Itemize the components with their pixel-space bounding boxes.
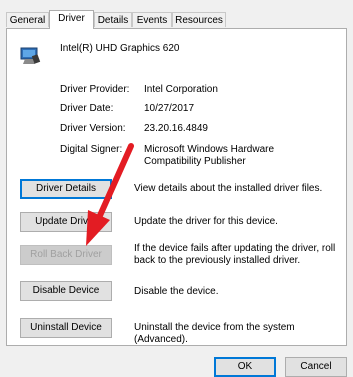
update-driver-button[interactable]: Update Driver (20, 212, 112, 232)
tab-driver[interactable]: Driver (49, 10, 94, 29)
tab-general[interactable]: General (6, 12, 49, 27)
tab-events[interactable]: Events (132, 12, 172, 27)
driver-provider-label: Driver Provider: (60, 84, 130, 95)
roll-back-driver-button[interactable]: Roll Back Driver (20, 245, 112, 265)
driver-details-button[interactable]: Driver Details (20, 179, 112, 199)
digital-signer-value: Microsoft Windows Hardware Compatibility… (144, 144, 275, 167)
driver-version-value: 23.20.16.4849 (144, 123, 208, 134)
display-adapter-icon (20, 47, 41, 64)
tab-resources[interactable]: Resources (172, 12, 226, 27)
driver-details-desc: View details about the installed driver … (134, 183, 323, 194)
driver-panel: Intel(R) UHD Graphics 620 Driver Provide… (6, 28, 347, 346)
digital-signer-label: Digital Signer: (60, 144, 123, 155)
roll-back-driver-desc: If the device fails after updating the d… (134, 243, 336, 266)
disable-device-desc: Disable the device. (134, 286, 219, 297)
cancel-button[interactable]: Cancel (285, 357, 347, 377)
uninstall-device-desc: Uninstall the device from the system (Ad… (134, 322, 295, 345)
device-name: Intel(R) UHD Graphics 620 (60, 43, 180, 54)
driver-date-label: Driver Date: (60, 103, 114, 114)
ok-button[interactable]: OK (214, 357, 276, 377)
tab-details[interactable]: Details (94, 12, 132, 27)
uninstall-device-button[interactable]: Uninstall Device (20, 318, 112, 338)
driver-date-value: 10/27/2017 (144, 103, 195, 114)
driver-version-label: Driver Version: (60, 123, 126, 134)
disable-device-button[interactable]: Disable Device (20, 281, 112, 301)
update-driver-desc: Update the driver for this device. (134, 216, 278, 227)
driver-provider-value: Intel Corporation (144, 84, 218, 95)
